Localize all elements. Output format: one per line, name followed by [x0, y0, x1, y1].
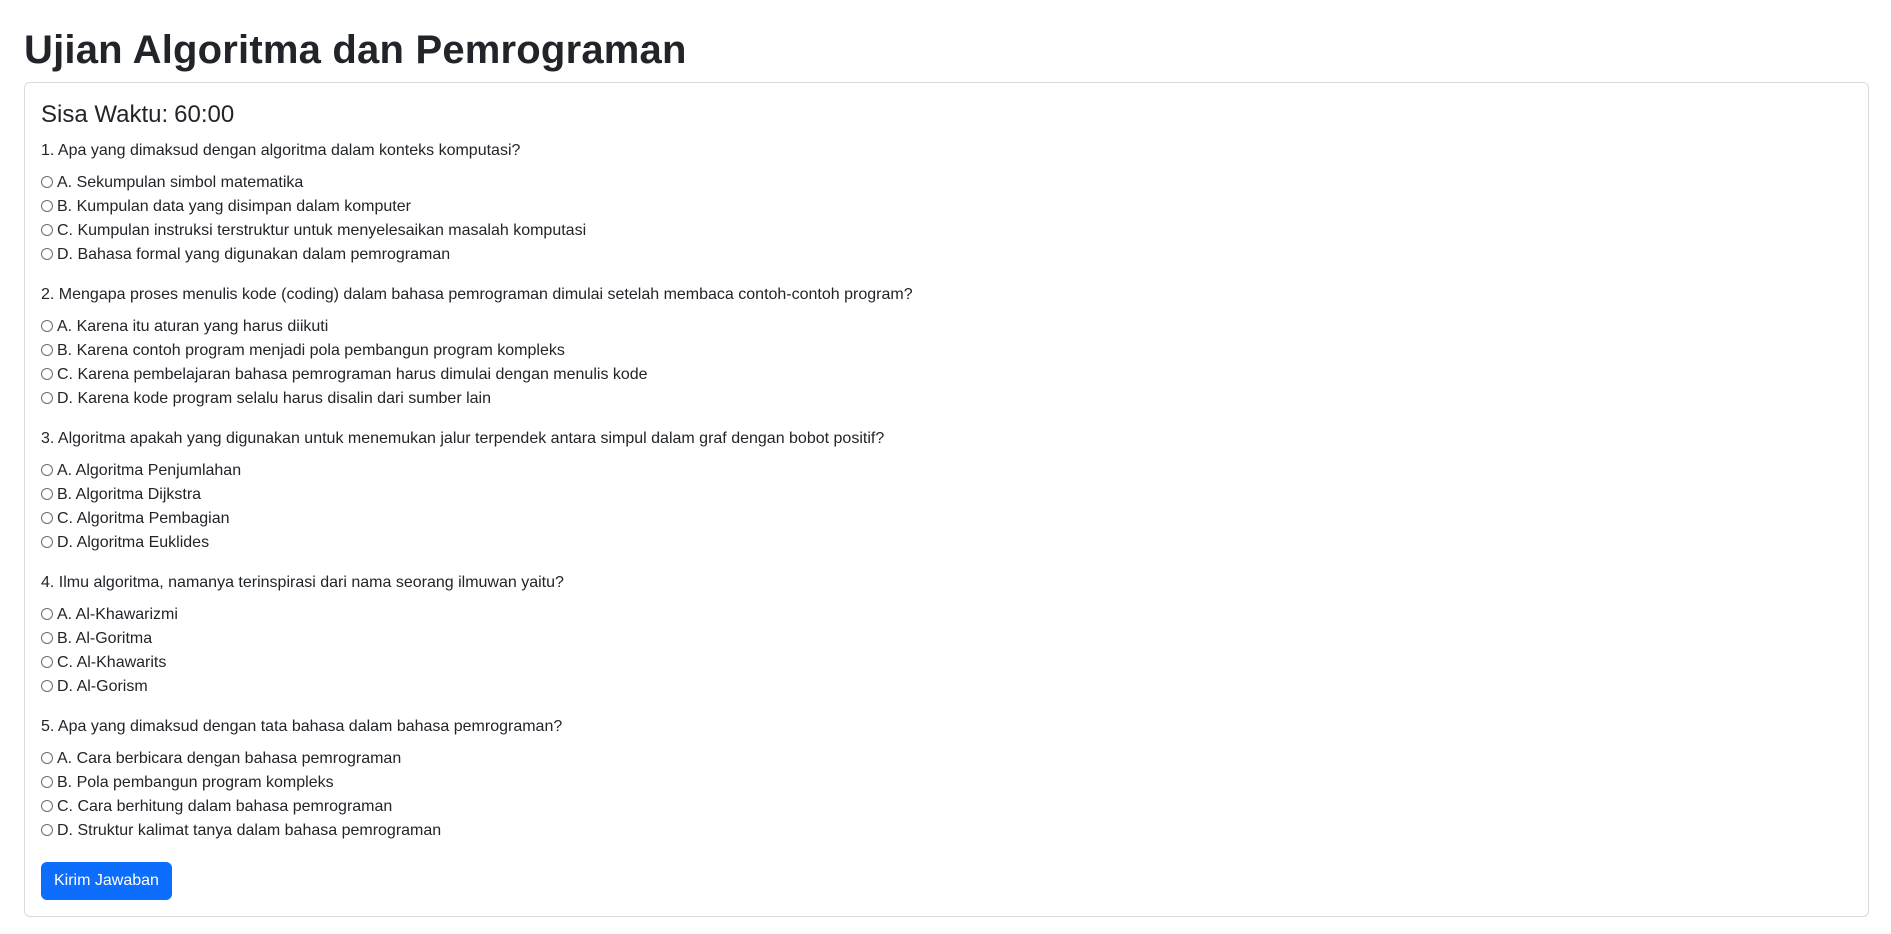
- option-label: C. Cara berhitung dalam bahasa pemrogram…: [57, 798, 393, 815]
- question-2: 2. Mengapa proses menulis kode (coding) …: [41, 283, 1852, 411]
- radio-button[interactable]: [41, 776, 53, 788]
- question-5: 5. Apa yang dimaksud dengan tata bahasa …: [41, 715, 1852, 843]
- exam-card: Sisa Waktu: 60:00 1. Apa yang dimaksud de…: [24, 82, 1869, 917]
- radio-button[interactable]: [41, 824, 53, 836]
- radio-button[interactable]: [41, 344, 53, 356]
- option-2a[interactable]: A. Karena itu aturan yang harus diikuti: [41, 315, 1852, 339]
- option-label: A. Cara berbicara dengan bahasa pemrogra…: [57, 750, 402, 767]
- radio-button[interactable]: [41, 512, 53, 524]
- question-1: 1. Apa yang dimaksud dengan algoritma da…: [41, 139, 1852, 267]
- question-text: 4. Ilmu algoritma, namanya terinspirasi …: [41, 574, 564, 591]
- option-5a[interactable]: A. Cara berbicara dengan bahasa pemrogra…: [41, 747, 1852, 771]
- option-1b[interactable]: B. Kumpulan data yang disimpan dalam kom…: [41, 195, 1852, 219]
- radio-button[interactable]: [41, 224, 53, 236]
- option-3c[interactable]: C. Algoritma Pembagian: [41, 507, 1852, 531]
- question-4: 4. Ilmu algoritma, namanya terinspirasi …: [41, 571, 1852, 699]
- option-3a[interactable]: A. Algoritma Penjumlahan: [41, 459, 1852, 483]
- radio-button[interactable]: [41, 632, 53, 644]
- option-2c[interactable]: C. Karena pembelajaran bahasa pemrograma…: [41, 363, 1852, 387]
- page-title: Ujian Algoritma dan Pemrograman: [24, 28, 687, 72]
- option-label: D. Al-Gorism: [57, 678, 148, 695]
- option-label: D. Karena kode program selalu harus disa…: [57, 390, 491, 407]
- timer-value: 60:00: [174, 101, 235, 128]
- option-1c[interactable]: C. Kumpulan instruksi terstruktur untuk …: [41, 219, 1852, 243]
- timer-label: Sisa Waktu:: [41, 101, 169, 128]
- radio-button[interactable]: [41, 320, 53, 332]
- option-label: C. Kumpulan instruksi terstruktur untuk …: [57, 222, 587, 239]
- option-label: A. Al-Khawarizmi: [57, 606, 178, 623]
- radio-button[interactable]: [41, 800, 53, 812]
- option-3b[interactable]: B. Algoritma Dijkstra: [41, 483, 1852, 507]
- option-1a[interactable]: A. Sekumpulan simbol matematika: [41, 171, 1852, 195]
- submit-answers-button[interactable]: Kirim Jawaban: [41, 862, 172, 900]
- option-label: A. Algoritma Penjumlahan: [57, 462, 242, 479]
- option-label: B. Karena contoh program menjadi pola pe…: [57, 342, 565, 359]
- option-2b[interactable]: B. Karena contoh program menjadi pola pe…: [41, 339, 1852, 363]
- timer: Sisa Waktu: 60:00: [41, 99, 1852, 131]
- option-4d[interactable]: D. Al-Gorism: [41, 675, 1852, 699]
- option-label: A. Sekumpulan simbol matematika: [57, 174, 304, 191]
- option-label: C. Algoritma Pembagian: [57, 510, 230, 527]
- radio-button[interactable]: [41, 488, 53, 500]
- radio-button[interactable]: [41, 752, 53, 764]
- question-text: 5. Apa yang dimaksud dengan tata bahasa …: [41, 718, 563, 735]
- option-label: B. Algoritma Dijkstra: [57, 486, 202, 503]
- radio-button[interactable]: [41, 656, 53, 668]
- radio-button[interactable]: [41, 608, 53, 620]
- option-4c[interactable]: C. Al-Khawarits: [41, 651, 1852, 675]
- option-label: B. Kumpulan data yang disimpan dalam kom…: [57, 198, 411, 215]
- option-5d[interactable]: D. Struktur kalimat tanya dalam bahasa p…: [41, 819, 1852, 843]
- option-4b[interactable]: B. Al-Goritma: [41, 627, 1852, 651]
- radio-button[interactable]: [41, 464, 53, 476]
- option-label: B. Pola pembangun program kompleks: [57, 774, 334, 791]
- radio-button[interactable]: [41, 368, 53, 380]
- option-label: D. Bahasa formal yang digunakan dalam pe…: [57, 246, 451, 263]
- radio-button[interactable]: [41, 176, 53, 188]
- radio-button[interactable]: [41, 680, 53, 692]
- option-label: C. Karena pembelajaran bahasa pemrograma…: [57, 366, 648, 383]
- question-text: 3. Algoritma apakah yang digunakan untuk…: [41, 430, 885, 447]
- option-5c[interactable]: C. Cara berhitung dalam bahasa pemrogram…: [41, 795, 1852, 819]
- radio-button[interactable]: [41, 392, 53, 404]
- option-1d[interactable]: D. Bahasa formal yang digunakan dalam pe…: [41, 243, 1852, 267]
- question-text: 2. Mengapa proses menulis kode (coding) …: [41, 286, 913, 303]
- radio-button[interactable]: [41, 200, 53, 212]
- option-2d[interactable]: D. Karena kode program selalu harus disa…: [41, 387, 1852, 411]
- option-label: D. Struktur kalimat tanya dalam bahasa p…: [57, 822, 442, 839]
- option-label: C. Al-Khawarits: [57, 654, 167, 671]
- option-4a[interactable]: A. Al-Khawarizmi: [41, 603, 1852, 627]
- option-5b[interactable]: B. Pola pembangun program kompleks: [41, 771, 1852, 795]
- question-text: 1. Apa yang dimaksud dengan algoritma da…: [41, 142, 521, 159]
- page-container: Ujian Algoritma dan Pemrograman Sisa Wak…: [0, 0, 1891, 917]
- radio-button[interactable]: [41, 536, 53, 548]
- option-label: D. Algoritma Euklides: [57, 534, 210, 551]
- option-3d[interactable]: D. Algoritma Euklides: [41, 531, 1852, 555]
- question-3: 3. Algoritma apakah yang digunakan untuk…: [41, 427, 1852, 555]
- option-label: B. Al-Goritma: [57, 630, 153, 647]
- option-label: A. Karena itu aturan yang harus diikuti: [57, 318, 329, 335]
- radio-button[interactable]: [41, 248, 53, 260]
